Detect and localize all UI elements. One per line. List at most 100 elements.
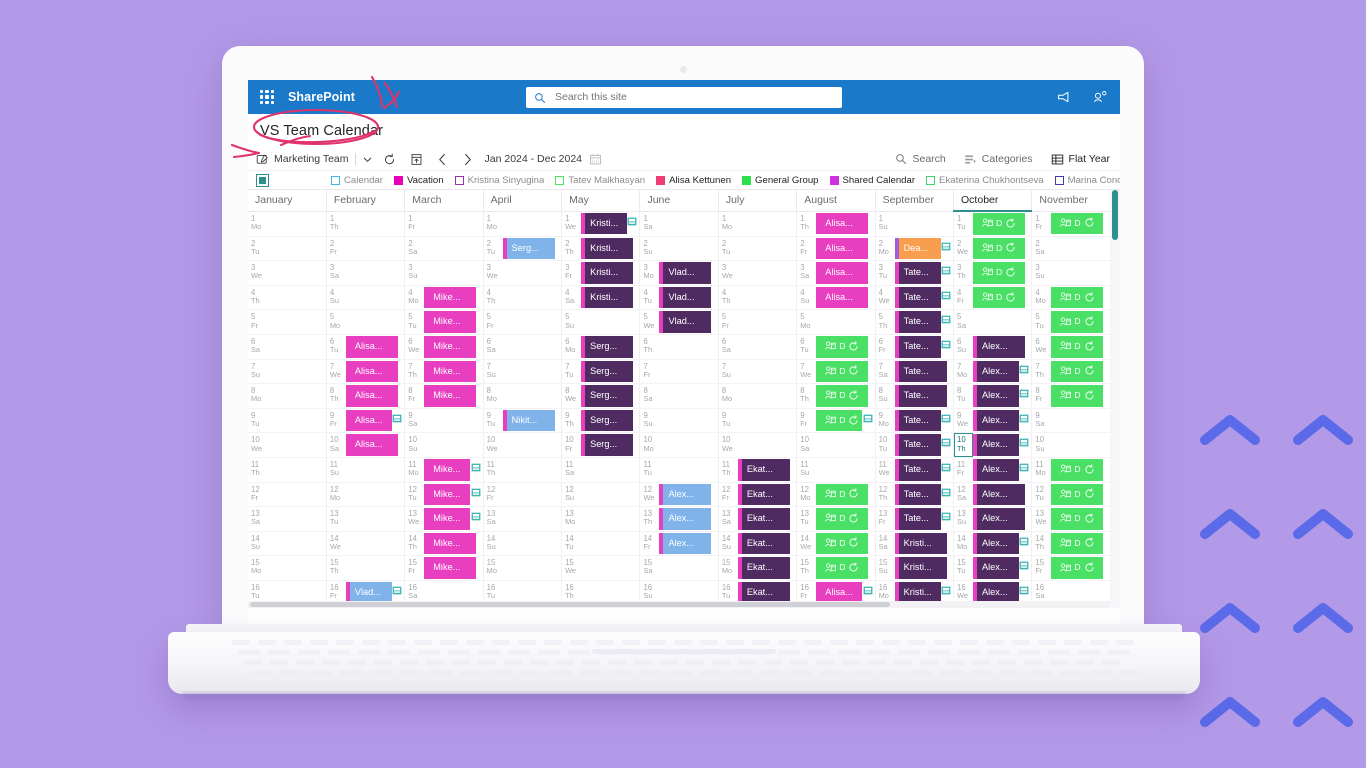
calendar-event[interactable]: Tate... [894,262,941,284]
calendar-day-cell[interactable]: 3 Fr Kristi... [561,260,641,286]
calendar-day-cell[interactable]: 2 Tu [248,236,327,262]
calendar-day-cell[interactable]: 6 We D [1031,334,1110,360]
calendar-day-cell[interactable]: 10 Sa [796,432,876,458]
calendar-event[interactable]: Kristi... [581,212,628,235]
calendar-event[interactable]: Alisa... [345,360,398,383]
horizontal-scrollbar[interactable] [248,601,1110,608]
calendar-day-cell[interactable]: 5 We Vlad... [639,309,719,335]
vertical-scrollbar[interactable] [1110,190,1120,608]
calendar-event[interactable]: Tate... [894,458,941,481]
calendar-event[interactable]: Mike... [424,483,471,506]
calendar-day-cell[interactable]: 14 Th Mike... [404,531,484,557]
calendar-day-cell[interactable]: 5 Th Tate... [875,309,955,335]
calendar-day-cell[interactable]: 2 Th Kristi... [561,236,641,262]
calendar-day-cell[interactable]: 1 Th [326,211,406,237]
calendar-day-cell[interactable]: 11 Mo D [1031,457,1110,483]
legend-item[interactable]: Alisa Kettunen [656,175,731,186]
calendar-event[interactable]: Serg... [581,335,634,358]
calendar-event[interactable]: Alex... [973,409,1020,432]
calendar-month-header[interactable]: October [953,190,1033,212]
calendar-event[interactable]: Mike... [424,286,477,309]
calendar-month-header[interactable]: February [326,190,406,212]
calendar-day-cell[interactable]: 1 Mo [483,211,563,237]
calendar-event[interactable]: Alisa... [345,385,398,407]
calendar-day-cell[interactable]: 3 Su [404,260,484,286]
attachment-icon[interactable] [1019,586,1029,595]
calendar-day-cell[interactable]: 5 Fr [248,309,327,335]
calendar-day-cell[interactable]: 7 Sa Tate... [875,359,955,385]
calendar-day-cell[interactable]: 15 Fr D [1031,555,1110,581]
calendar-day-cell[interactable]: 12 Su [561,482,641,508]
calendar-day-cell[interactable]: 10 We [718,432,798,458]
calendar-event[interactable]: D [1051,557,1104,579]
calendar-day-cell[interactable]: 12 Tu D [1031,482,1110,508]
calendar-day-cell[interactable]: 9 Sa [404,408,484,434]
legend-item[interactable]: Kristina Sinyugina [454,175,544,186]
calendar-day-cell[interactable]: 15 Th D [796,555,876,581]
calendar-day-cell[interactable]: 14 Mo Alex... [953,531,1033,557]
calendar-event[interactable]: Ekat... [737,557,790,579]
legend-item[interactable]: Vacation [393,175,444,186]
calendar-day-cell[interactable]: 12 Th Tate... [875,482,955,508]
attachment-icon[interactable] [1019,438,1029,447]
calendar-day-cell[interactable]: 5 Mo [326,309,406,335]
calendar-day-cell[interactable]: 8 Mo [248,383,327,409]
calendar-event[interactable]: Alex... [973,360,1020,383]
calendar-month-header[interactable]: May [561,190,641,212]
calendar-day-cell[interactable]: 13 Mo [561,506,641,532]
sharepoint-brand[interactable]: SharePoint [288,90,355,104]
calendar-day-cell[interactable]: 14 Sa Kristi... [875,531,955,557]
calendar-month-header[interactable]: March [404,190,484,212]
calendar-day-cell[interactable]: 3 Su [1031,260,1110,286]
calendar-event[interactable]: Alex... [973,458,1020,481]
calendar-day-cell[interactable]: 4 Th [718,285,798,311]
calendar-day-cell[interactable]: 3 Sa Alisa... [796,260,876,286]
calendar-day-cell[interactable]: 13 Th Alex... [639,506,719,532]
calendar-event[interactable]: Tate... [894,409,941,432]
calendar-day-cell[interactable]: 13 Sa [248,506,327,532]
calendar-day-cell[interactable]: 9 Tu [718,408,798,434]
calendar-event[interactable]: D [816,508,869,530]
attachment-icon[interactable] [392,414,402,423]
calendar-day-cell[interactable]: 5 Su [561,309,641,335]
calendar-event[interactable]: Serg... [502,237,555,260]
calendar-day-cell[interactable]: 6 Sa [483,334,563,360]
calendar-event[interactable]: D [816,360,869,383]
calendar-event[interactable]: Alex... [973,335,1026,358]
attachment-icon[interactable] [863,586,873,595]
calendar-scroll-area[interactable]: January February March April May June July Augu… [248,190,1110,608]
calendar-event[interactable]: D [1051,458,1104,481]
calendar-day-cell[interactable]: 3 We [248,260,327,286]
calendar-day-cell[interactable]: 1 Fr [404,211,484,237]
calendar-day-cell[interactable]: 4 Su [326,285,406,311]
calendar-day-cell[interactable]: 8 Fr Mike... [404,383,484,409]
calendar-day-cell[interactable]: 12 Fr Ekat... [718,482,798,508]
calendar-day-cell[interactable]: 2 Mo Dea... [875,236,955,262]
calendar-day-cell[interactable]: 2 Tu [718,236,798,262]
attachment-icon[interactable] [1019,414,1029,423]
calendar-day-cell[interactable]: 2 Su [639,236,719,262]
calendar-day-cell[interactable]: 10 We [248,432,327,458]
calendar-event[interactable]: Alisa... [345,335,398,358]
calendar-day-cell[interactable]: 8 Fr D [1031,383,1110,409]
calendar-day-cell[interactable]: 3 Mo Vlad... [639,260,719,286]
calendar-day-cell[interactable]: 2 We D [953,236,1033,262]
calendar-day-cell[interactable]: 14 Th D [1031,531,1110,557]
attachment-icon[interactable] [941,438,951,447]
calendar-event[interactable]: D [973,262,1026,284]
calendar-event[interactable]: Kristi... [894,557,947,579]
calendar-event[interactable]: Alex... [659,508,712,530]
calendar-day-cell[interactable]: 9 Su [639,408,719,434]
next-period-button[interactable] [462,153,473,166]
calendar-event[interactable]: Kristi... [894,532,947,555]
attachment-icon[interactable] [1019,463,1029,472]
attachment-icon[interactable] [863,414,873,423]
calendar-day-cell[interactable]: 15 Sa [639,555,719,581]
calendar-month-header[interactable]: July [718,190,798,212]
calendar-day-cell[interactable]: 6 Tu D [796,334,876,360]
calendar-day-cell[interactable]: 5 Tu Mike... [404,309,484,335]
legend-item[interactable]: Calendar [331,175,383,186]
calendar-day-cell[interactable]: 15 Mo Ekat... [718,555,798,581]
horizontal-scrollbar-thumb[interactable] [250,602,890,607]
calendar-event[interactable]: Vlad... [659,311,712,333]
